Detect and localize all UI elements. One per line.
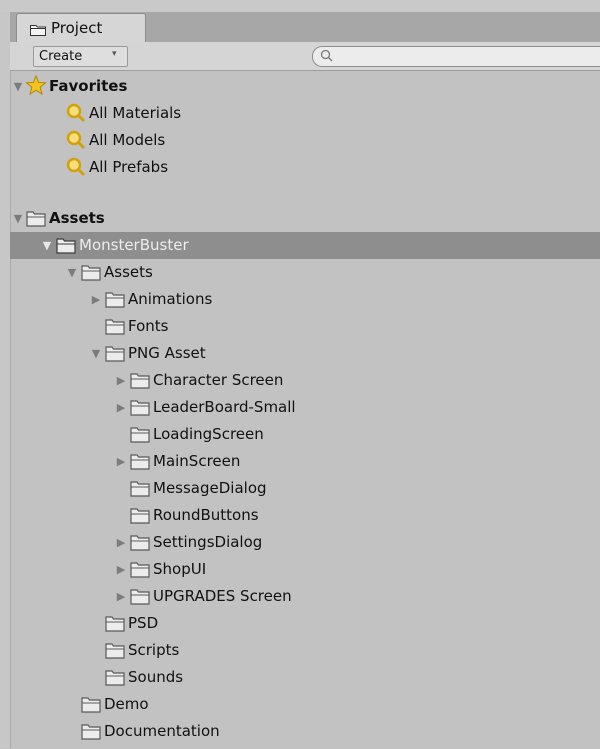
- tree-item-label: MessageDialog: [153, 479, 267, 497]
- tree-row-folder[interactable]: Scripts: [10, 637, 600, 664]
- search-icon: [66, 157, 86, 186]
- tree-row-favorite-item[interactable]: All Prefabs: [10, 154, 600, 181]
- tree-row-folder[interactable]: LoadingScreen: [10, 421, 600, 448]
- folder-icon: [81, 722, 101, 749]
- expand-arrow-icon[interactable]: ▼: [40, 232, 54, 259]
- tree-row-folder[interactable]: Fonts: [10, 313, 600, 340]
- tree-row-folder[interactable]: ▶ ShopUI: [10, 556, 600, 583]
- tree-item-label: Fonts: [128, 317, 169, 335]
- tree-row-folder[interactable]: MessageDialog: [10, 475, 600, 502]
- tree-item-label: UPGRADES Screen: [153, 587, 292, 605]
- tree-row-folder[interactable]: ▶ MainScreen: [10, 448, 600, 475]
- tree-item-label: PNG Asset: [128, 344, 206, 362]
- tree-item-label: All Materials: [89, 104, 182, 122]
- create-button-label: Create: [39, 49, 83, 64]
- chevron-down-icon: ▾: [112, 49, 117, 59]
- tree-row-folder[interactable]: ▶ LeaderBoard-Small: [10, 394, 600, 421]
- collapse-arrow-icon[interactable]: ▶: [114, 556, 128, 583]
- expand-arrow-icon[interactable]: ▼: [11, 73, 25, 100]
- tree-item-label: Character Screen: [153, 371, 284, 389]
- collapse-arrow-icon[interactable]: ▶: [114, 448, 128, 475]
- tree-row-folder[interactable]: RoundButtons: [10, 502, 600, 529]
- tree-row-folder[interactable]: ▶ SettingsDialog: [10, 529, 600, 556]
- collapse-arrow-icon[interactable]: ▶: [114, 529, 128, 556]
- collapse-arrow-icon[interactable]: ▶: [114, 367, 128, 394]
- tree-row-folder[interactable]: ▼ MonsterBuster: [10, 232, 600, 259]
- tree-item-label: SettingsDialog: [153, 533, 263, 551]
- tree-row-folder[interactable]: ▶ Character Screen: [10, 367, 600, 394]
- tree-item-label: MainScreen: [153, 452, 241, 470]
- tab-project-label: Project: [51, 19, 103, 37]
- window-top-strip: [0, 0, 600, 12]
- expand-arrow-icon[interactable]: ▼: [89, 340, 103, 367]
- tree-item-label: All Prefabs: [89, 158, 169, 176]
- tree-row-folder[interactable]: ▼ PNG Asset: [10, 340, 600, 367]
- tree-row-folder[interactable]: Sounds: [10, 664, 600, 691]
- tree-row-folder[interactable]: Demo: [10, 691, 600, 718]
- favorites-label: Favorites: [49, 77, 128, 95]
- tree-item-label: LeaderBoard-Small: [153, 398, 296, 416]
- search-icon: [320, 49, 334, 67]
- tree-item-label: Demo: [104, 695, 149, 713]
- tree-item-label: MonsterBuster: [79, 236, 189, 254]
- tree-item-label: Animations: [128, 290, 213, 308]
- tree-row-favorites[interactable]: ▼ Favorites: [10, 73, 600, 100]
- tree-item-label: Assets: [104, 263, 153, 281]
- search-input[interactable]: [312, 46, 600, 67]
- tree-row-favorite-item[interactable]: All Materials: [10, 100, 600, 127]
- create-button[interactable]: Create ▾: [33, 46, 128, 67]
- tree-item-label: PSD: [128, 614, 159, 632]
- collapse-arrow-icon[interactable]: ▶: [114, 583, 128, 610]
- tree-item-label: LoadingScreen: [153, 425, 264, 443]
- tree-row-folder[interactable]: Documentation: [10, 718, 600, 745]
- tree-row-folder[interactable]: ▼ Assets: [10, 259, 600, 286]
- tree-row-assets-root[interactable]: ▼ Assets: [10, 205, 600, 232]
- tree-row-folder[interactable]: ▶ Animations: [10, 286, 600, 313]
- tree-item-label: Documentation: [104, 722, 220, 740]
- expand-arrow-icon[interactable]: ▼: [11, 205, 25, 232]
- collapse-arrow-icon[interactable]: ▶: [89, 286, 103, 313]
- tree-item-label: All Models: [89, 131, 166, 149]
- tree-item-label: Scripts: [128, 641, 180, 659]
- tree-row-folder[interactable]: ▶ UPGRADES Screen: [10, 583, 600, 610]
- expand-arrow-icon[interactable]: ▼: [65, 259, 79, 286]
- collapse-arrow-icon[interactable]: ▶: [114, 394, 128, 421]
- tab-project[interactable]: Project: [16, 13, 146, 43]
- folder-icon: [30, 22, 46, 40]
- assets-root-label: Assets: [49, 209, 105, 227]
- project-toolbar: Create ▾: [10, 42, 600, 71]
- tree-item-label: Sounds: [128, 668, 184, 686]
- tree-row-favorite-item[interactable]: All Models: [10, 127, 600, 154]
- tree-item-label: RoundButtons: [153, 506, 259, 524]
- tree-row-folder[interactable]: PSD: [10, 610, 600, 637]
- tree-item-label: ShopUI: [153, 560, 207, 578]
